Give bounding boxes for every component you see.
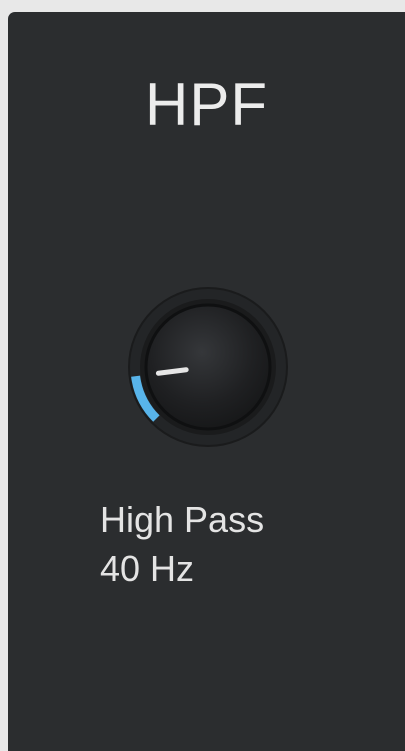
- high-pass-knob[interactable]: [113, 277, 303, 467]
- knob-value: 40 Hz: [100, 548, 195, 589]
- knob-cap: [144, 303, 272, 431]
- hpf-panel: HPF High Pass 40 Hz: [8, 12, 405, 751]
- knob-pointer: [155, 367, 189, 376]
- panel-title: HPF: [145, 71, 268, 138]
- knob-label: High Pass: [100, 499, 265, 540]
